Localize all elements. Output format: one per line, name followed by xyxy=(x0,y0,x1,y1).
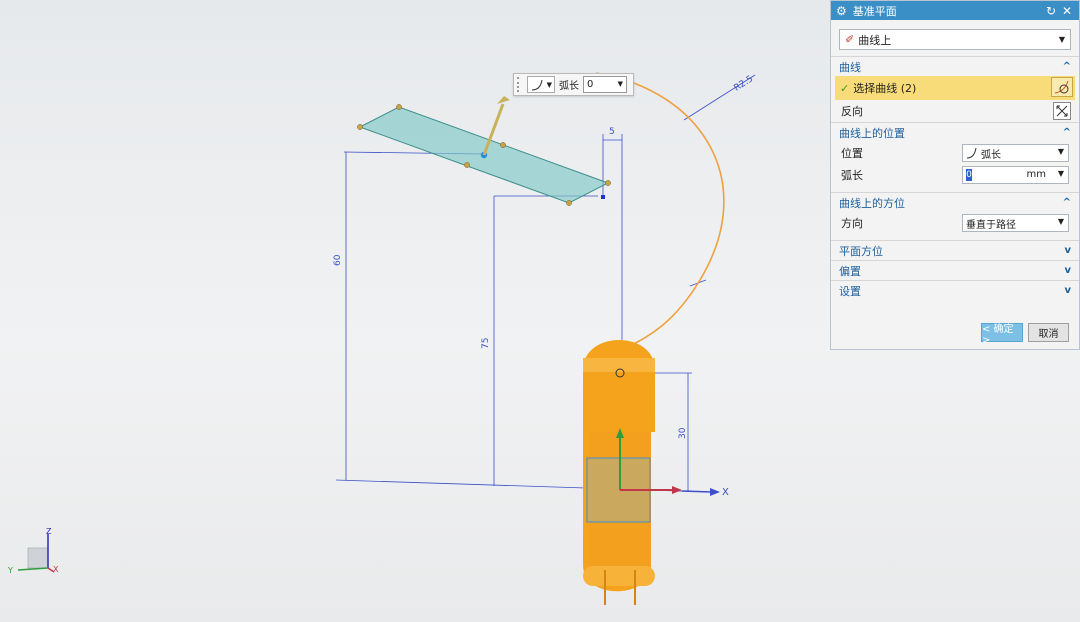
section-orientation-title: 曲线上的方位 xyxy=(839,196,905,210)
close-icon[interactable]: ✕ xyxy=(1060,4,1074,18)
section-curve-title: 曲线 xyxy=(839,60,861,74)
location-row: 位置 弧长 ▼ xyxy=(831,142,1079,164)
chevron-up-icon: ^ xyxy=(1062,127,1071,138)
direction-row: 方向 垂直于路径 ▼ xyxy=(831,212,1079,234)
section-offset[interactable]: 偏置 v xyxy=(831,260,1079,280)
triad-x-label: X xyxy=(53,565,59,574)
reverse-direction-icon xyxy=(1056,105,1068,117)
guide-curve[interactable] xyxy=(595,72,725,351)
reset-icon[interactable]: ↻ xyxy=(1044,4,1058,18)
plane-corner-marker xyxy=(601,195,605,199)
arclength-unit: mm xyxy=(1026,169,1046,180)
section-plane-orientation[interactable]: 平面方位 v xyxy=(831,240,1079,260)
arclength-label: 弧长 xyxy=(841,169,863,182)
direction-label: 方向 xyxy=(841,217,863,230)
reverse-row: 反向 xyxy=(831,100,1079,122)
dimension-30: 30 xyxy=(678,427,688,439)
direction-dropdown[interactable]: 垂直于路径 ▼ xyxy=(962,214,1069,232)
plane-type-dropdown[interactable]: ✐ 曲线上 ▼ xyxy=(839,29,1071,50)
chevron-down-icon: ▼ xyxy=(1057,147,1064,156)
chevron-up-icon: ^ xyxy=(1062,61,1071,72)
reverse-button[interactable] xyxy=(1053,102,1071,120)
dimension-5: 5 xyxy=(609,127,615,137)
arc-length-toolbar: ▼ 弧长 0 ▼ xyxy=(513,73,634,96)
curve-pick-button[interactable] xyxy=(1051,77,1073,97)
view-triad[interactable]: Z Y X xyxy=(6,526,64,576)
curve-type-dropdown[interactable]: ▼ xyxy=(527,76,555,93)
triad-y-label: Y xyxy=(7,566,13,575)
dialog-buttons: < 确定 > 取消 xyxy=(981,323,1069,346)
reverse-label: 反向 xyxy=(841,105,863,118)
cancel-button[interactable]: 取消 xyxy=(1028,323,1069,342)
dialog-titlebar: ⚙ 基准平面 ↻ ✕ xyxy=(831,1,1079,20)
chevron-down-icon: v xyxy=(1064,245,1071,256)
arc-length-value: 0 xyxy=(587,79,594,90)
chevron-down-icon: ▼ xyxy=(546,81,552,89)
select-curve-label: 选择曲线 (2) xyxy=(853,82,917,95)
section-settings[interactable]: 设置 v xyxy=(831,280,1079,300)
plane-type-value: 曲线上 xyxy=(858,33,892,47)
axis-x-label: X xyxy=(722,487,729,498)
plane-on-curve-icon: ✐ xyxy=(845,33,855,46)
section-position[interactable]: 曲线上的位置 ^ xyxy=(831,122,1079,142)
chevron-down-icon: ▼ xyxy=(1058,35,1065,44)
dimension-60: 60 xyxy=(333,254,343,266)
toolbar-grip[interactable] xyxy=(517,77,523,92)
section-plane-orientation-title: 平面方位 xyxy=(839,244,883,258)
dimension-75: 75 xyxy=(481,338,491,349)
dialog-title: 基准平面 xyxy=(852,4,897,18)
section-settings-title: 设置 xyxy=(839,284,861,298)
datum-plane-dialog: ⚙ 基准平面 ↻ ✕ ✐ 曲线上 ▼ 曲线 ^ ✓ 选择曲线 (2) 反向 曲线… xyxy=(830,0,1080,350)
arclength-row: 弧长 0 mm ▼ xyxy=(831,164,1079,186)
direction-value: 垂直于路径 xyxy=(966,219,1016,231)
gear-icon: ⚙ xyxy=(836,3,847,18)
select-curve-row[interactable]: ✓ 选择曲线 (2) xyxy=(835,76,1075,100)
chevron-down-icon: ▼ xyxy=(1057,217,1064,226)
triad-z-label: Z xyxy=(46,527,52,536)
section-offset-title: 偏置 xyxy=(839,264,861,278)
location-dropdown[interactable]: 弧长 ▼ xyxy=(962,144,1069,162)
section-orientation[interactable]: 曲线上的方位 ^ xyxy=(831,192,1079,212)
chevron-up-icon: ^ xyxy=(1062,197,1071,208)
check-icon: ✓ xyxy=(840,81,850,95)
arclength-value: 0 xyxy=(966,169,972,181)
ok-button[interactable]: < 确定 > xyxy=(981,323,1023,346)
arc-length-label: 弧长 xyxy=(559,81,579,92)
arc-length-icon xyxy=(531,79,543,91)
chevron-down-icon: ▼ xyxy=(617,80,623,88)
arclength-input[interactable]: 0 mm ▼ xyxy=(962,166,1069,184)
arc-length-field[interactable]: 0 ▼ xyxy=(583,76,627,93)
chevron-down-icon: v xyxy=(1064,265,1071,276)
section-position-title: 曲线上的位置 xyxy=(839,126,905,140)
normal-arrow-head xyxy=(497,96,510,104)
section-curve[interactable]: 曲线 ^ xyxy=(831,56,1079,76)
chevron-down-icon: ▼ xyxy=(1057,169,1064,178)
location-label: 位置 xyxy=(841,147,863,160)
arc-length-icon xyxy=(966,147,977,159)
curve-select-icon xyxy=(1054,80,1069,94)
chevron-down-icon: v xyxy=(1064,285,1071,296)
location-value: 弧长 xyxy=(981,149,1001,161)
